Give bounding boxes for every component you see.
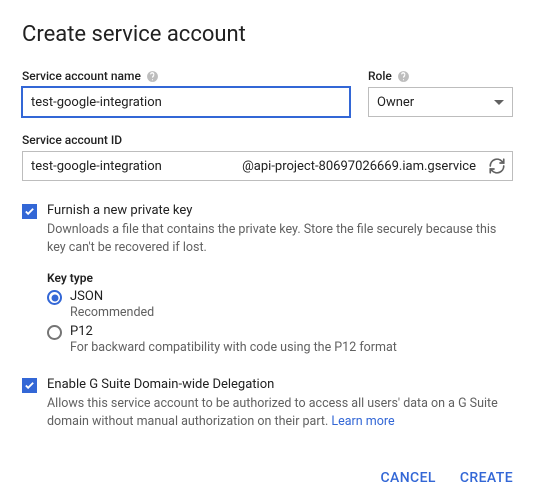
learn-more-link[interactable]: Learn more (331, 414, 394, 429)
key-type-p12-label: P12 (70, 324, 397, 339)
key-type-json-desc: Recommended (70, 305, 154, 320)
help-icon[interactable] (146, 70, 159, 83)
key-type-title: Key type (47, 271, 513, 285)
id-prefix: test-google-integration (31, 159, 162, 174)
furnish-key-label: Furnish a new private key (47, 203, 513, 218)
id-suffix: @api-project-80697026669.iam.gservice (242, 159, 476, 174)
name-label: Service account name (22, 69, 350, 83)
key-type-json-radio[interactable] (47, 290, 62, 305)
help-icon[interactable] (397, 70, 410, 83)
id-label: Service account ID (22, 133, 513, 147)
key-type-json-label: JSON (70, 289, 154, 304)
role-select[interactable]: Owner (368, 87, 513, 117)
chevron-down-icon (494, 100, 504, 105)
domain-delegation-label: Enable G Suite Domain-wide Delegation (47, 377, 513, 392)
domain-delegation-desc: Allows this service account to be author… (47, 395, 513, 431)
cancel-button[interactable]: CANCEL (381, 470, 436, 486)
create-button[interactable]: CREATE (460, 470, 513, 486)
service-account-name-input[interactable] (22, 87, 350, 117)
refresh-icon[interactable] (488, 157, 506, 175)
role-value: Owner (377, 95, 414, 110)
page-title: Create service account (22, 22, 513, 47)
role-label: Role (368, 69, 513, 83)
key-type-p12-desc: For backward compatibility with code usi… (70, 340, 397, 355)
furnish-key-checkbox[interactable] (22, 204, 37, 219)
service-account-id-field[interactable]: test-google-integration @api-project-806… (22, 151, 513, 181)
key-type-p12-radio[interactable] (47, 325, 62, 340)
furnish-key-desc: Downloads a file that contains the priva… (47, 221, 513, 257)
domain-delegation-checkbox[interactable] (22, 378, 37, 393)
